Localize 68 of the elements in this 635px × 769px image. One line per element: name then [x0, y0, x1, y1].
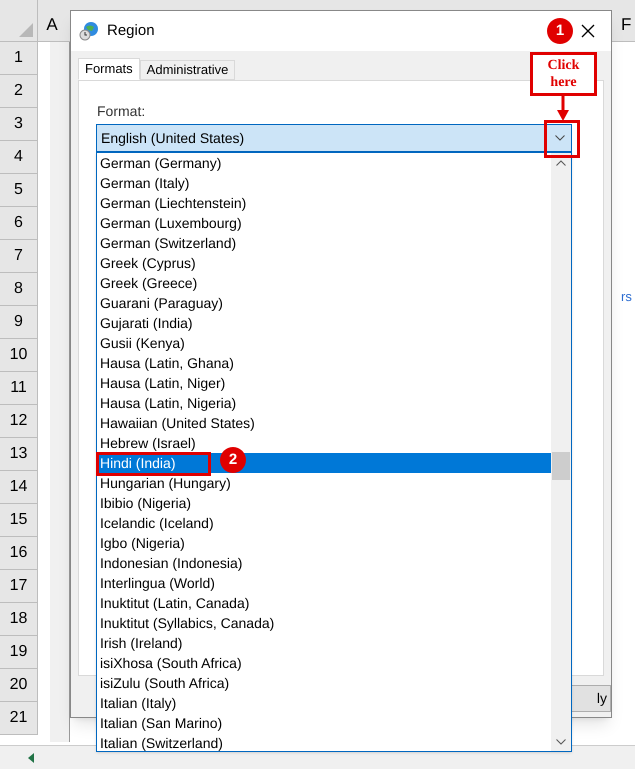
- row-header[interactable]: 12: [0, 405, 37, 438]
- format-label: Format:: [97, 102, 146, 121]
- row-header[interactable]: 19: [0, 636, 37, 669]
- row-header[interactable]: 5: [0, 174, 37, 207]
- format-option[interactable]: Hausa (Latin, Nigeria): [97, 393, 551, 413]
- row-header[interactable]: 18: [0, 603, 37, 636]
- format-option[interactable]: Interlingua (World): [97, 573, 551, 593]
- format-option[interactable]: Gusii (Kenya): [97, 333, 551, 353]
- row-header[interactable]: 4: [0, 141, 37, 174]
- format-option[interactable]: Hungarian (Hungary): [97, 473, 551, 493]
- row-header[interactable]: 15: [0, 504, 37, 537]
- scroll-down-icon[interactable]: [556, 739, 566, 745]
- format-option[interactable]: Greek (Cyprus): [97, 253, 551, 273]
- row-header[interactable]: 16: [0, 537, 37, 570]
- format-option[interactable]: German (Switzerland): [97, 233, 551, 253]
- row-header[interactable]: 7: [0, 240, 37, 273]
- format-option[interactable]: Italian (Switzerland): [97, 733, 551, 753]
- format-option[interactable]: Igbo (Nigeria): [97, 533, 551, 553]
- tab[interactable]: Formats: [78, 58, 140, 80]
- tab[interactable]: Administrative: [140, 60, 236, 80]
- format-option[interactable]: Greek (Greece): [97, 273, 551, 293]
- row-header[interactable]: 10: [0, 339, 37, 372]
- globe-clock-icon: [79, 21, 99, 41]
- scroll-up-icon[interactable]: [556, 160, 566, 166]
- chevron-down-icon: [555, 135, 565, 141]
- format-option[interactable]: Hawaiian (United States): [97, 413, 551, 433]
- close-icon[interactable]: [581, 24, 595, 38]
- row-header[interactable]: 14: [0, 471, 37, 504]
- highlight-frame: [544, 120, 580, 158]
- row-header[interactable]: 17: [0, 570, 37, 603]
- format-option[interactable]: Icelandic (Iceland): [97, 513, 551, 533]
- row-header[interactable]: 2: [0, 75, 37, 108]
- format-option[interactable]: Gujarati (India): [97, 313, 551, 333]
- row-header[interactable]: 21: [0, 702, 37, 735]
- scrollbar[interactable]: [551, 153, 571, 751]
- column-header[interactable]: F: [621, 0, 635, 41]
- format-option[interactable]: isiXhosa (South Africa): [97, 653, 551, 673]
- row-header[interactable]: 3: [0, 108, 37, 141]
- column-header[interactable]: A: [38, 0, 66, 41]
- format-option[interactable]: Hausa (Latin, Niger): [97, 373, 551, 393]
- format-option[interactable]: Hausa (Latin, Ghana): [97, 353, 551, 373]
- format-option[interactable]: German (Germany): [97, 153, 551, 173]
- row-header[interactable]: 1: [0, 42, 37, 75]
- format-option[interactable]: German (Luxembourg): [97, 213, 551, 233]
- format-option[interactable]: Indonesian (Indonesia): [97, 553, 551, 573]
- format-option[interactable]: Inuktitut (Latin, Canada): [97, 593, 551, 613]
- format-option[interactable]: Italian (Italy): [97, 693, 551, 713]
- format-option[interactable]: German (Liechtenstein): [97, 193, 551, 213]
- format-option[interactable]: isiZulu (South Africa): [97, 673, 551, 693]
- format-option[interactable]: Italian (San Marino): [97, 713, 551, 733]
- format-option[interactable]: Inuktitut (Syllabics, Canada): [97, 613, 551, 633]
- format-option[interactable]: Ibibio (Nigeria): [97, 493, 551, 513]
- callout-label: Click here: [530, 52, 597, 96]
- window-title: Region: [107, 20, 155, 41]
- row-header[interactable]: 9: [0, 306, 37, 339]
- arrow-icon: [557, 96, 569, 121]
- row-header[interactable]: 20: [0, 669, 37, 702]
- row-header[interactable]: 13: [0, 438, 37, 471]
- background-text: rs: [621, 288, 632, 306]
- row-header[interactable]: 8: [0, 273, 37, 306]
- row-header[interactable]: 6: [0, 207, 37, 240]
- scroll-left-icon[interactable]: [28, 752, 34, 762]
- format-option[interactable]: Irish (Ireland): [97, 633, 551, 653]
- row-header[interactable]: 11: [0, 372, 37, 405]
- scrollbar-thumb[interactable]: [552, 452, 570, 480]
- format-option[interactable]: German (Italy): [97, 173, 551, 193]
- format-dropdown[interactable]: English (United States): [96, 124, 572, 152]
- format-option[interactable]: Guarani (Paraguay): [97, 293, 551, 313]
